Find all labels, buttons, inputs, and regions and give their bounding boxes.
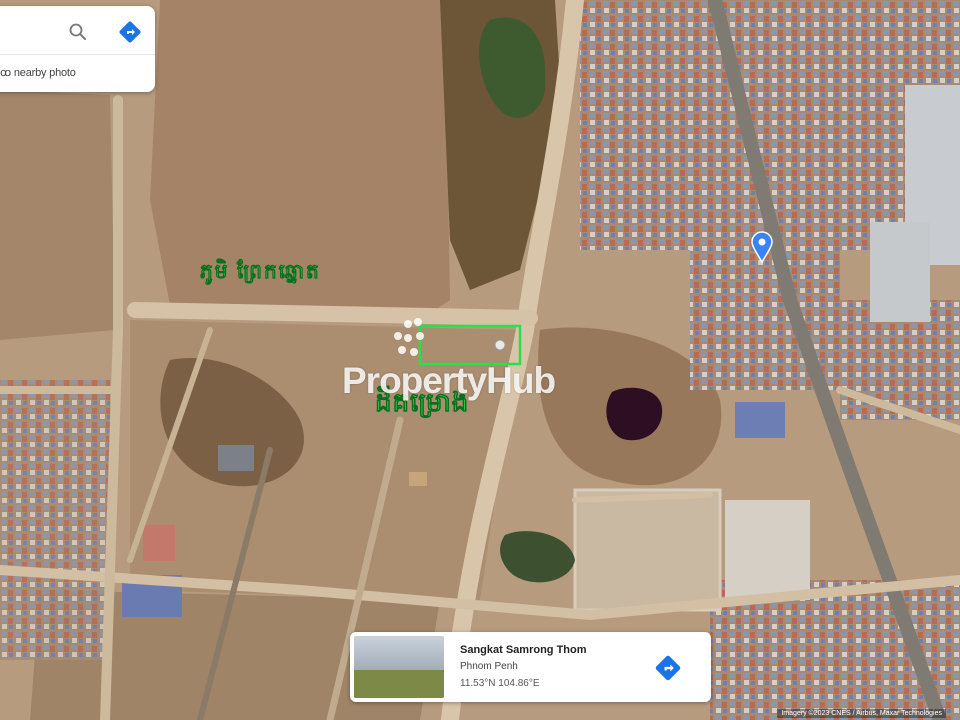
factory-roof [870,222,930,322]
hut [409,472,427,486]
blue-roof [735,402,785,438]
place-card[interactable]: Sangkat Samrong Thom Phnom Penh 11.53°N … [350,632,711,702]
search-query-text: ꝏ︎ nearby photo [0,67,76,79]
compound [573,488,722,612]
map-attribution[interactable]: Imagery ©2023 CNES / Airbus, Maxar Techn… [777,709,946,718]
place-name[interactable]: Sangkat Samrong Thom [460,644,587,656]
project-lot-label: ដីគម្រោង [375,387,470,418]
search-icon[interactable] [68,22,88,42]
search-card[interactable]: ꝏ︎ nearby photo [0,6,155,92]
parcel-marker [494,339,506,351]
place-region: Phnom Penh [460,661,518,672]
compound [725,500,810,600]
satellite-map[interactable] [0,0,960,720]
town-block [0,380,110,660]
place-photo[interactable] [354,636,444,698]
divider [0,54,155,55]
search-box[interactable] [0,6,155,52]
red-roof [143,525,175,561]
directions-icon[interactable] [654,654,682,682]
grey-roof [218,445,254,471]
directions-icon[interactable] [118,20,142,44]
field-west [0,90,115,340]
village-label: ភូមិ ព្រែកឆ្នោត [200,261,321,284]
place-coordinates: 11.53°N 104.86°E [460,678,540,689]
